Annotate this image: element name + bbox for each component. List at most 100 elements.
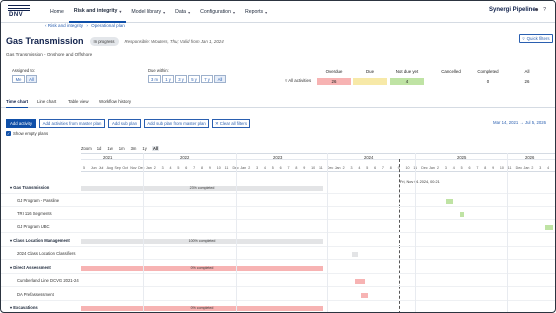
summary-count-overdue[interactable]: 26 (317, 78, 351, 85)
zoom-1w[interactable]: 1w (106, 146, 113, 151)
quick-filters-button[interactable]: ▿ Quick filters (519, 34, 553, 43)
month-label: Dec (515, 166, 523, 170)
plan-row-label[interactable]: Cumberland Line DCVG 2021-24 (17, 278, 79, 283)
nav-reports[interactable]: Reports ▾ (240, 1, 272, 23)
month-label: 6 (374, 166, 377, 170)
nav-configuration[interactable]: Configuration ▾ (195, 1, 240, 23)
help-icon[interactable]: ? (543, 7, 546, 13)
summary-count-due[interactable] (353, 78, 387, 85)
tab-line-chart[interactable]: Line chart (37, 99, 56, 108)
month-label: 10 (499, 166, 504, 170)
month-label: 7 (193, 166, 196, 170)
due-1y-toggle[interactable]: 1 y (162, 75, 174, 83)
month-label: 2 (531, 166, 534, 170)
due-3m-toggle[interactable]: 3 m (148, 75, 161, 83)
plan-row-label[interactable]: TRI 116 Segments (17, 211, 52, 216)
date-range[interactable]: Mar 14, 2021 → Jul 5, 2026 (493, 120, 546, 125)
summary-header-overdue: Overdue (325, 69, 343, 74)
plan-row-label[interactable]: 2024 Class Location Classifiers (17, 251, 75, 256)
plan-row-label[interactable]: DA Prefassessment (17, 292, 54, 297)
month-label: Jan (240, 166, 247, 170)
summary-count-cancelled[interactable] (434, 78, 468, 85)
month-label: 7 (287, 166, 290, 170)
assigned-me-toggle[interactable]: Me (12, 75, 25, 83)
row-divider (1, 259, 555, 260)
plan-group-label[interactable]: ▾ Class Location Management (10, 238, 70, 243)
breadcrumb-current[interactable]: Operational plan (91, 23, 125, 28)
nav-home[interactable]: Home (45, 1, 69, 23)
zoom-1m[interactable]: 1m (118, 146, 126, 151)
month-label: 4 (547, 166, 550, 170)
month-label: 9 (492, 166, 495, 170)
tab-time-chart[interactable]: Time chart (6, 99, 29, 108)
assigned-all-toggle[interactable]: All (26, 75, 37, 83)
summary-bar[interactable]: 0% completed (81, 306, 323, 311)
add-activity-button[interactable]: Add activity (6, 119, 36, 128)
main-menu: Home Risk and integrity ▾ Model library ▾ … (45, 1, 272, 23)
summary-count-not-due-yet[interactable]: 4 (390, 78, 424, 85)
summary-count-completed[interactable]: 0 (471, 78, 505, 85)
summary-header-not-due-yet: Not due yet (395, 69, 419, 74)
nav-configuration-label: Configuration (200, 9, 231, 15)
plan-row-label[interactable]: GJ Program - Passline (17, 198, 59, 203)
activity-bar[interactable] (352, 252, 358, 257)
dnv-logo[interactable]: DNV (7, 5, 33, 19)
year-label: 2021 (103, 155, 113, 160)
month-label: Oct (122, 166, 128, 170)
funnel-icon: ▿ (285, 78, 288, 83)
month-label: 11 (507, 166, 512, 170)
user-icon[interactable]: ☻ (534, 7, 539, 13)
activity-bar[interactable] (460, 212, 464, 217)
all-activities-filter[interactable]: ▿ All activities (285, 78, 311, 84)
due-7y-toggle[interactable]: 7 y (201, 75, 213, 83)
clear-filters-button[interactable]: ✕ Clear all filters (212, 119, 250, 128)
zoom-all[interactable]: All (151, 146, 160, 151)
due-5y-toggle[interactable]: 5 y (188, 75, 200, 83)
zoom-3m[interactable]: 3m (130, 146, 138, 151)
month-label: Sep (114, 166, 121, 170)
zoom-1y[interactable]: 1y (141, 146, 147, 151)
chevron-down-icon: ▾ (232, 9, 235, 15)
month-label: 5 (83, 166, 85, 170)
add-from-master-button[interactable]: Add activities from master plan (39, 119, 105, 128)
tab-workflow-history[interactable]: Workflow history (99, 99, 131, 108)
summary-bar[interactable]: 0% completed (81, 266, 323, 271)
plan-row-label[interactable]: GJ Program UBC (17, 224, 50, 229)
due-all-toggle[interactable]: All (214, 75, 226, 83)
activity-bar[interactable] (355, 279, 365, 284)
month-label: 6 (279, 166, 282, 170)
summary-bar[interactable]: 23% completed (81, 186, 323, 191)
tab-table-view[interactable]: Table view (68, 99, 89, 108)
plan-group-label[interactable]: ▾ Direct Assessment (10, 265, 51, 270)
summary-bar[interactable]: 100% completed (81, 239, 323, 244)
checkbox-checked-icon[interactable]: ✓ (6, 131, 11, 136)
month-label: Jan (523, 166, 530, 170)
month-label: 5 (460, 166, 463, 170)
nav-data[interactable]: Data ▾ (170, 1, 195, 23)
show-empty-plans[interactable]: ✓ Show empty plans (6, 131, 48, 136)
month-label: 3 (256, 166, 259, 170)
nav-model-library[interactable]: Model library ▾ (126, 1, 170, 23)
year-gridline (415, 153, 416, 312)
breadcrumb-risk-link[interactable]: ‹ Risk and integrity (45, 23, 83, 28)
nav-risk-integrity-label: Risk and integrity (73, 8, 118, 14)
due-3y-toggle[interactable]: 3 y (175, 75, 187, 83)
month-label: 10 (405, 166, 410, 170)
month-label: 11 (319, 166, 323, 170)
month-label: 6 (185, 166, 188, 170)
plan-group-label[interactable]: ▾ Gas Transmission (10, 185, 49, 190)
activity-bar[interactable] (446, 199, 453, 204)
nav-risk-integrity[interactable]: Risk and integrity ▾ (68, 1, 127, 23)
month-label: 9 (208, 166, 211, 170)
plan-group-label[interactable]: ▾ Excavations (10, 305, 38, 310)
add-sub-plan-master-button[interactable]: Add sub plan from master plan (144, 119, 209, 128)
add-sub-plan-button[interactable]: Add sub plan (108, 119, 141, 128)
summary-count-all[interactable]: 26 (510, 78, 544, 85)
all-activities-label: All activities (288, 78, 312, 83)
activity-bar[interactable] (361, 293, 368, 298)
year-label: 2024 (364, 155, 374, 160)
zoom-1d[interactable]: 1d (96, 146, 103, 151)
month-label: 3 (350, 166, 353, 170)
activity-bar[interactable] (545, 225, 553, 230)
summary-header-cancelled: Cancelled (441, 69, 461, 74)
